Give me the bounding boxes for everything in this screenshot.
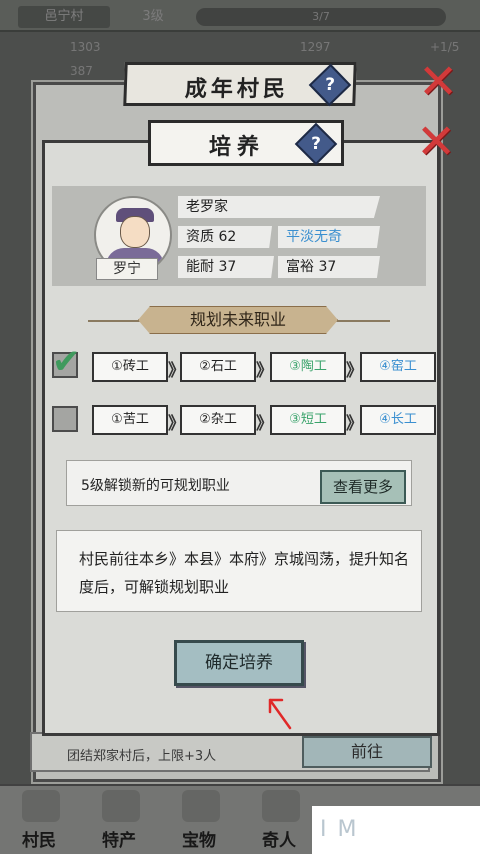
villager-modal-title: 成年村民 ? bbox=[123, 62, 357, 107]
divider bbox=[336, 320, 390, 322]
aptitude-field: 资质 62 bbox=[178, 226, 272, 248]
cultivate-modal-title: 培养 ? bbox=[148, 120, 344, 166]
help-icon[interactable]: ? bbox=[294, 122, 338, 166]
path2-job-1: ①苦工 bbox=[92, 405, 168, 435]
checkmark-icon: ✔ bbox=[52, 342, 81, 382]
go-button[interactable]: 前往 bbox=[302, 736, 432, 768]
hint-text: 团结郑家村后，上限+3人 bbox=[67, 749, 217, 764]
path2-job-3: ③短工 bbox=[270, 405, 346, 435]
villager-name: 罗宁 bbox=[96, 258, 158, 280]
path1-job-1: ①砖工 bbox=[92, 352, 168, 382]
aptitude-grade: 平淡无奇 bbox=[278, 226, 380, 248]
description-box: 村民前往本乡》本县》本府》京城闯荡，提升知名度后，可解锁规划职业 bbox=[56, 530, 422, 612]
wealth-field: 富裕 37 bbox=[278, 256, 380, 278]
unlock-text: 5级解锁新的可规划职业 bbox=[81, 478, 230, 494]
help-icon[interactable]: ? bbox=[308, 63, 352, 107]
path1-job-4: ④窑工 bbox=[360, 352, 436, 382]
path2-job-2: ②杂工 bbox=[180, 405, 256, 435]
description-text: 村民前往本乡》本县》本府》京城闯荡，提升知名度后，可解锁规划职业 bbox=[79, 550, 410, 596]
close-icon[interactable]: ✕ bbox=[418, 58, 458, 106]
confirm-cultivate-button[interactable]: 确定培养 bbox=[174, 640, 304, 686]
path1-job-2: ②石工 bbox=[180, 352, 256, 382]
divider bbox=[88, 320, 142, 322]
path2-checkbox[interactable] bbox=[52, 406, 78, 432]
plan-career-banner: 规划未来职业 bbox=[138, 306, 338, 334]
arrow-pointer-icon bbox=[268, 698, 292, 730]
villager-profile: 罗宁 老罗家 资质 62 平淡无奇 能耐 37 富裕 37 bbox=[52, 186, 426, 286]
view-more-button[interactable]: 查看更多 bbox=[320, 470, 406, 504]
villager-modal-title-text: 成年村民 bbox=[184, 76, 290, 102]
upgrade-hint-row: 团结郑家村后，上限+3人 前往 bbox=[30, 732, 432, 772]
watermark: I M bbox=[312, 806, 480, 854]
ability-field: 能耐 37 bbox=[178, 256, 274, 278]
path1-checkbox[interactable]: ✔ bbox=[52, 342, 81, 382]
household-field: 老罗家 bbox=[178, 196, 380, 218]
close-icon[interactable]: ✕ bbox=[416, 118, 456, 166]
avatar-head bbox=[120, 216, 150, 248]
path1-job-3: ③陶工 bbox=[270, 352, 346, 382]
path2-job-4: ④长工 bbox=[360, 405, 436, 435]
cultivate-title-text: 培养 bbox=[209, 134, 266, 160]
